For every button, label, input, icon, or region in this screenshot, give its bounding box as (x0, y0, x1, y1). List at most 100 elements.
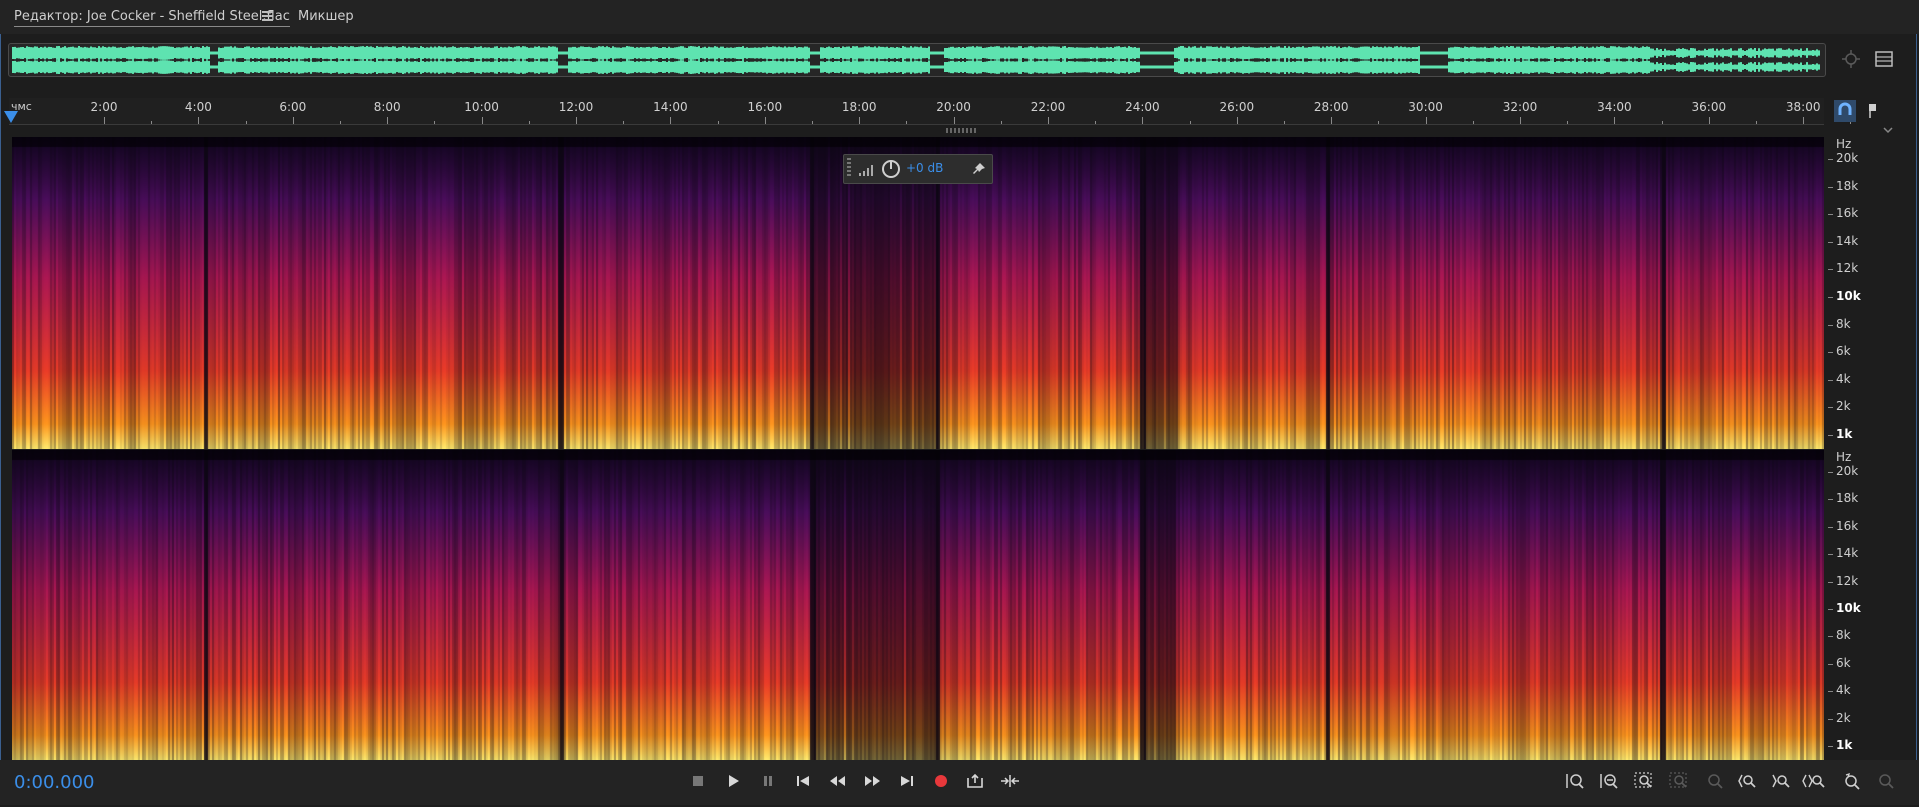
hz-tick-label: 1k (1836, 738, 1853, 752)
tab-mixer[interactable]: Микшер (298, 9, 354, 24)
gain-knob-icon[interactable] (880, 158, 902, 180)
ruler-minor-tick (906, 121, 908, 124)
zoom-out-selection-icon (1669, 772, 1687, 788)
skip-to-start-button[interactable] (791, 769, 815, 793)
tab-editor[interactable]: Редактор: Joe Cocker - Sheffield Steel.f… (14, 9, 290, 27)
skip-start-icon (797, 776, 809, 786)
hz-tick (1828, 214, 1833, 216)
zoom-in-amplitude-button[interactable] (1563, 770, 1587, 792)
zoom-in-right-edge-button[interactable] (1769, 770, 1793, 792)
ruler-minor-tick (1567, 121, 1569, 124)
rewind-icon (830, 776, 845, 786)
skip-selection-button[interactable] (998, 769, 1022, 793)
zoom-out-amplitude-button[interactable] (1597, 770, 1621, 792)
playhead-marker[interactable] (4, 111, 18, 123)
loop-icon (967, 773, 983, 788)
hud-grip[interactable] (847, 158, 851, 178)
current-time[interactable]: 0:00.000 (14, 772, 95, 793)
zoom-frequency-button[interactable] (1874, 770, 1898, 792)
zoom-in-point-button[interactable] (1702, 770, 1726, 792)
fast-forward-button[interactable] (860, 769, 884, 793)
pause-icon (764, 776, 772, 786)
ruler-tick (859, 117, 861, 124)
zoom-out-full-button[interactable] (1802, 770, 1826, 792)
hz-tick-label: 1k (1836, 427, 1853, 441)
ruler-tick-label: 2:00 (90, 100, 118, 114)
ruler-tick-label: 18:00 (841, 100, 877, 114)
overview-waveform-graphic (12, 46, 1820, 74)
rewind-button[interactable] (826, 769, 850, 793)
zoom-to-selection-button[interactable] (1632, 770, 1656, 792)
hz-unit-label: Hz (1836, 137, 1852, 151)
ruler-tick-label: 22:00 (1030, 100, 1066, 114)
marker-pin-icon[interactable] (1862, 100, 1884, 122)
view-list-icon[interactable] (1873, 48, 1895, 70)
hz-tick-label: 8k (1836, 628, 1851, 643)
hz-unit-label: Hz (1836, 450, 1852, 464)
hz-tick-label: 4k (1836, 371, 1851, 386)
zoom-selection-icon (1634, 772, 1652, 788)
ruler-minor-tick (528, 121, 530, 124)
hz-tick (1828, 159, 1833, 160)
hz-tick (1828, 526, 1833, 528)
play-button[interactable] (721, 769, 745, 793)
ruler-tick-label: 20:00 (936, 100, 971, 114)
hz-tick (1828, 379, 1833, 381)
zoom-in-point-icon (1708, 774, 1723, 789)
hz-tick-label: 6k (1836, 655, 1851, 670)
ruler-minor-tick (434, 121, 436, 124)
hz-tick (1828, 636, 1833, 638)
zoom-selection-icon[interactable] (1840, 48, 1862, 70)
hz-tick (1828, 691, 1833, 693)
spectrogram-right-graphic (12, 450, 1824, 760)
hz-tick (1828, 554, 1833, 556)
zoom-reset-icon (1845, 772, 1860, 790)
time-ruler[interactable]: чмс 2:00 4:00 6:00 8:00 10:00 12:00 14:00 16:00… (9, 98, 1852, 125)
ruler-minor-tick (1378, 121, 1380, 124)
ruler-minor-tick (623, 121, 625, 124)
hz-tick-label: 18k (1836, 178, 1859, 193)
ruler-tick-label: 36:00 (1691, 100, 1727, 114)
ruler-minor-tick (717, 121, 719, 124)
loop-button[interactable] (963, 769, 987, 793)
pause-button[interactable] (756, 769, 780, 793)
ruler-tick-label: 28:00 (1313, 100, 1349, 114)
snap-magnet-icon[interactable] (1834, 100, 1856, 122)
ruler-tick-label: 26:00 (1219, 100, 1255, 114)
ruler-minor-tick (1000, 121, 1002, 124)
hz-tick (1828, 499, 1833, 501)
stop-button[interactable] (686, 769, 710, 793)
hz-tick (1828, 435, 1833, 436)
hud-gain-control[interactable]: +0 dB (843, 154, 993, 184)
zoom-in-right-icon (1772, 774, 1790, 788)
zoom-in-left-edge-button[interactable] (1735, 770, 1759, 792)
skip-to-end-button[interactable] (895, 769, 919, 793)
ruler-tick (764, 117, 766, 124)
ruler-grip[interactable] (946, 128, 976, 133)
ruler-tick-label: 34:00 (1597, 100, 1632, 114)
hz-tick-label: 12k (1836, 573, 1859, 588)
ruler-minor-tick (1472, 121, 1474, 124)
overview-waveform[interactable] (8, 43, 1826, 77)
ruler-tick (1803, 117, 1805, 124)
skip-selection-icon (1001, 775, 1019, 787)
ruler-minor-tick (1095, 121, 1097, 124)
hz-tick (1828, 269, 1833, 271)
skip-end-icon (901, 776, 913, 786)
stop-icon (693, 776, 703, 786)
chevron-down-icon[interactable] (1882, 126, 1894, 134)
pin-icon[interactable] (971, 161, 987, 177)
zoom-out-selection-button[interactable] (1667, 770, 1691, 792)
hz-tick (1828, 352, 1833, 354)
ruler-tick-label: 12:00 (558, 100, 594, 114)
panel-menu-icon[interactable] (262, 11, 273, 21)
zoom-reset-button[interactable] (1840, 770, 1864, 792)
spectrogram-channel-right[interactable] (12, 450, 1824, 760)
ruler-tick-label: 14:00 (653, 100, 688, 114)
record-button[interactable] (929, 769, 953, 793)
ruler-tick-label: 4:00 (184, 100, 212, 114)
ruler-minor-tick (812, 121, 813, 124)
panel-tabs: Редактор: Joe Cocker - Sheffield Steel.f… (0, 0, 1919, 34)
ruler-tick (1142, 117, 1144, 124)
hz-tick-label: 2k (1836, 710, 1851, 725)
